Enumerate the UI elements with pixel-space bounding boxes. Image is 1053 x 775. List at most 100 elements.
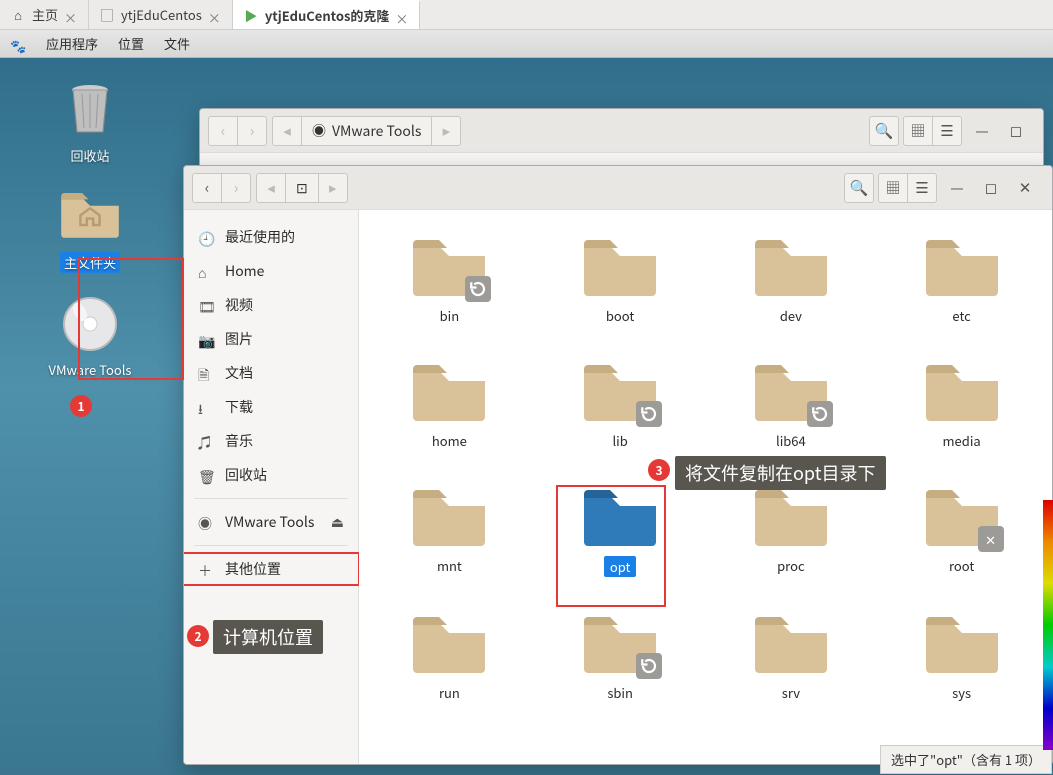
sidebar-item-music[interactable]: ♫音乐 [184,424,358,458]
home-icon: ⌂ [10,7,26,23]
folder-item-srv[interactable]: srv [711,607,871,702]
document-icon: 🗎 [198,365,215,382]
back-button[interactable]: ‹ [208,116,238,146]
icon-view-button[interactable]: ▦ [903,116,933,146]
symlink-badge-icon [807,401,833,427]
annotation-box-1 [78,258,184,380]
annotation-bubble-1: 1 [70,395,92,417]
close-icon[interactable]: × [208,8,222,22]
folder-item-sys[interactable]: sys [882,607,1042,702]
forward-button[interactable]: › [221,173,251,203]
gnome-top-bar: 🐾 应用程序 位置 文件 [0,30,1053,58]
desktop-trash[interactable]: 回收站 [45,78,135,165]
sidebar-item-other[interactable]: ＋其他位置 [184,552,360,586]
menu-applications[interactable]: 应用程序 [46,34,98,53]
music-icon: ♫ [198,433,215,450]
folder-item-mnt[interactable]: mnt [369,480,529,577]
folder-item-run[interactable]: run [369,607,529,702]
video-icon: 🎞 [198,297,215,314]
sidebar-item-trash[interactable]: 🗑回收站 [184,458,358,492]
symlink-badge-icon [465,276,491,302]
folder-icon [409,230,489,300]
folder-label: root [949,556,974,575]
sidebar-item-documents[interactable]: 🗎文档 [184,356,358,390]
tab-home[interactable]: ⌂ 主页 × [0,0,89,29]
path-segment[interactable]: ◉ VMware Tools [301,116,432,146]
folder-icon [751,230,831,300]
folder-item-dev[interactable]: dev [711,230,871,325]
search-icon: 🔍 [875,120,894,141]
vm-icon: ▢ [99,7,115,23]
folder-icon [580,230,660,300]
tab-label: ytjEduCentos的克隆 [265,6,390,25]
trash-icon: 🗑 [198,467,215,484]
status-bar: 选中了"opt"（含有 1 项） [880,745,1052,774]
sidebar-separator [194,498,348,499]
minimize-button[interactable]: — [942,173,972,203]
disc-icon: ◉ [198,514,215,531]
maximize-button[interactable]: ◻ [976,173,1006,203]
folder-label: etc [952,306,970,325]
sidebar-item-downloads[interactable]: ⭳下载 [184,390,358,424]
folder-icon [922,355,1002,425]
search-button[interactable]: 🔍 [844,173,874,203]
path-left-button[interactable]: ◂ [256,173,286,203]
symlink-badge-icon [636,401,662,427]
folder-icon [580,355,660,425]
list-view-button[interactable]: ☰ [932,116,962,146]
annotation-bubble-2: 2 [187,625,209,647]
close-icon[interactable]: × [395,9,409,23]
sidebar-item-vmtools[interactable]: ◉VMware Tools⏏ [184,505,358,539]
folder-item-root[interactable]: ✕ root [882,480,1042,577]
folder-icon [409,480,489,550]
tab-vm1[interactable]: ▢ ytjEduCentos × [89,0,233,29]
folder-item-sbin[interactable]: sbin [540,607,700,702]
folder-label: srv [782,683,800,702]
folder-item-lib64[interactable]: lib64 [711,355,871,450]
camera-icon: 📷 [198,331,215,348]
menu-button[interactable]: ☰ [907,173,937,203]
minimize-button[interactable]: — [967,116,997,146]
tab-vm2-active[interactable]: ▶ ytjEduCentos的克隆 × [233,0,421,29]
close-button[interactable]: ✕ [1010,173,1040,203]
menu-places[interactable]: 位置 [118,34,144,53]
folder-icon [580,607,660,677]
path-left-button[interactable]: ◂ [272,116,302,146]
sidebar-item-pictures[interactable]: 📷图片 [184,322,358,356]
folder-icon: ✕ [922,480,1002,550]
tab-label: ytjEduCentos [121,5,202,24]
sidebar-item-videos[interactable]: 🎞视频 [184,288,358,322]
sidebar-item-recent[interactable]: 🕘最近使用的 [184,220,358,254]
folder-label: lib [612,431,627,450]
search-button[interactable]: 🔍 [869,116,899,146]
download-icon: ⭳ [198,399,215,416]
folder-item-lib[interactable]: lib [540,355,700,450]
eject-icon[interactable]: ⏏ [331,512,344,532]
maximize-button[interactable]: ◻ [1001,116,1031,146]
folder-item-etc[interactable]: etc [882,230,1042,325]
path-right-button[interactable]: ▸ [431,116,461,146]
folder-item-proc[interactable]: proc [711,480,871,577]
annotation-tip-3: 将文件复制在opt目录下 [675,456,886,490]
folder-icon [751,607,831,677]
folder-item-boot[interactable]: boot [540,230,700,325]
activities-icon: 🐾 [10,36,26,52]
folder-label: home [432,431,467,450]
tab-label: 主页 [32,5,58,24]
folder-icon [751,480,831,550]
path-root[interactable]: ⊡ [285,173,319,203]
folder-label: sbin [607,683,633,702]
menu-files[interactable]: 文件 [164,34,190,53]
folder-item-media[interactable]: media [882,355,1042,450]
folder-item-bin[interactable]: bin [369,230,529,325]
annotation-bubble-3: 3 [648,459,670,481]
folder-label: mnt [437,556,462,575]
close-icon[interactable]: × [64,8,78,22]
path-right-button[interactable]: ▸ [318,173,348,203]
forward-button[interactable]: › [237,116,267,146]
folder-label: lib64 [776,431,806,450]
folder-item-home[interactable]: home [369,355,529,450]
sidebar-item-home[interactable]: ⌂Home [184,254,358,288]
icon-view-button[interactable]: ▦ [878,173,908,203]
back-button[interactable]: ‹ [192,173,222,203]
